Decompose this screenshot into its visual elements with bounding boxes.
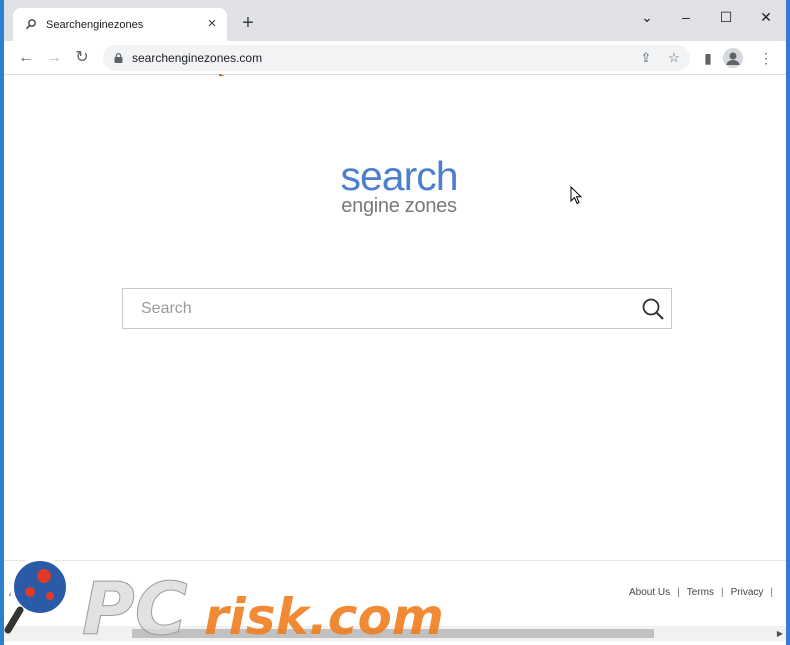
search-input[interactable]	[123, 289, 623, 328]
bookmark-star-icon[interactable]: ☆	[665, 49, 683, 67]
terms-link[interactable]: Terms	[687, 587, 714, 598]
scrollbar-thumb[interactable]	[132, 629, 654, 638]
browser-menu-icon[interactable]: ⋮	[754, 46, 778, 70]
logo-line-search: search	[340, 153, 458, 199]
about-us-link[interactable]: About Us	[629, 587, 670, 598]
footer-links: About Us | Terms | Privacy |	[629, 587, 780, 598]
horizontal-scrollbar[interactable]: ▶	[4, 626, 786, 641]
new-tab-button[interactable]: +	[237, 13, 259, 35]
share-icon[interactable]: ⇪	[637, 49, 655, 67]
privacy-link[interactable]: Privacy	[731, 587, 764, 598]
address-bar[interactable]: searchenginezones.com ⇪ ☆	[103, 45, 690, 71]
maximize-button[interactable]: ☐	[706, 4, 746, 30]
lock-icon[interactable]	[114, 53, 123, 63]
browser-toolbar: ← → ↻ searchenginezones.com ⇪ ☆ ▮ ⋮	[4, 41, 786, 75]
close-window-button[interactable]: ✕	[746, 4, 786, 30]
tab-search-chevron-icon[interactable]: ⌄	[627, 4, 667, 30]
search-icon[interactable]	[641, 297, 665, 321]
mouse-cursor-icon	[570, 186, 582, 205]
footer-separator: |	[770, 587, 773, 598]
footer-separator: |	[677, 587, 680, 598]
site-logo[interactable]: search engine zones	[329, 153, 469, 217]
tab-title: Searchenginezones	[46, 19, 144, 31]
side-panel-icon[interactable]: ▮	[696, 46, 720, 70]
page-footer: A served. About Us | Terms | Privacy |	[4, 560, 786, 626]
search-icon	[25, 19, 36, 30]
browser-window: Searchenginezones × + ⌄ – ☐ ✕ ← → ↻ sear…	[0, 0, 790, 645]
forward-button[interactable]: →	[42, 46, 66, 70]
scroll-right-icon[interactable]: ▶	[777, 629, 783, 638]
profile-avatar[interactable]	[723, 48, 743, 68]
back-button[interactable]: ←	[14, 46, 38, 70]
tab-strip: Searchenginezones × + ⌄ – ☐ ✕	[4, 0, 786, 41]
tab-searchenginezones[interactable]: Searchenginezones ×	[13, 8, 227, 41]
person-icon	[726, 52, 740, 65]
logo-line-engine-zones: engine zones	[341, 195, 457, 217]
page-content: search engine zones A served. About Us | T…	[4, 76, 786, 645]
reload-button[interactable]: ↻	[70, 46, 94, 70]
tab-close-icon[interactable]: ×	[203, 15, 221, 33]
search-box[interactable]	[122, 288, 672, 329]
minimize-button[interactable]: –	[666, 4, 706, 30]
footer-separator: |	[720, 587, 724, 598]
url-text[interactable]: searchenginezones.com	[132, 51, 262, 65]
copyright-text: A served.	[9, 588, 51, 599]
